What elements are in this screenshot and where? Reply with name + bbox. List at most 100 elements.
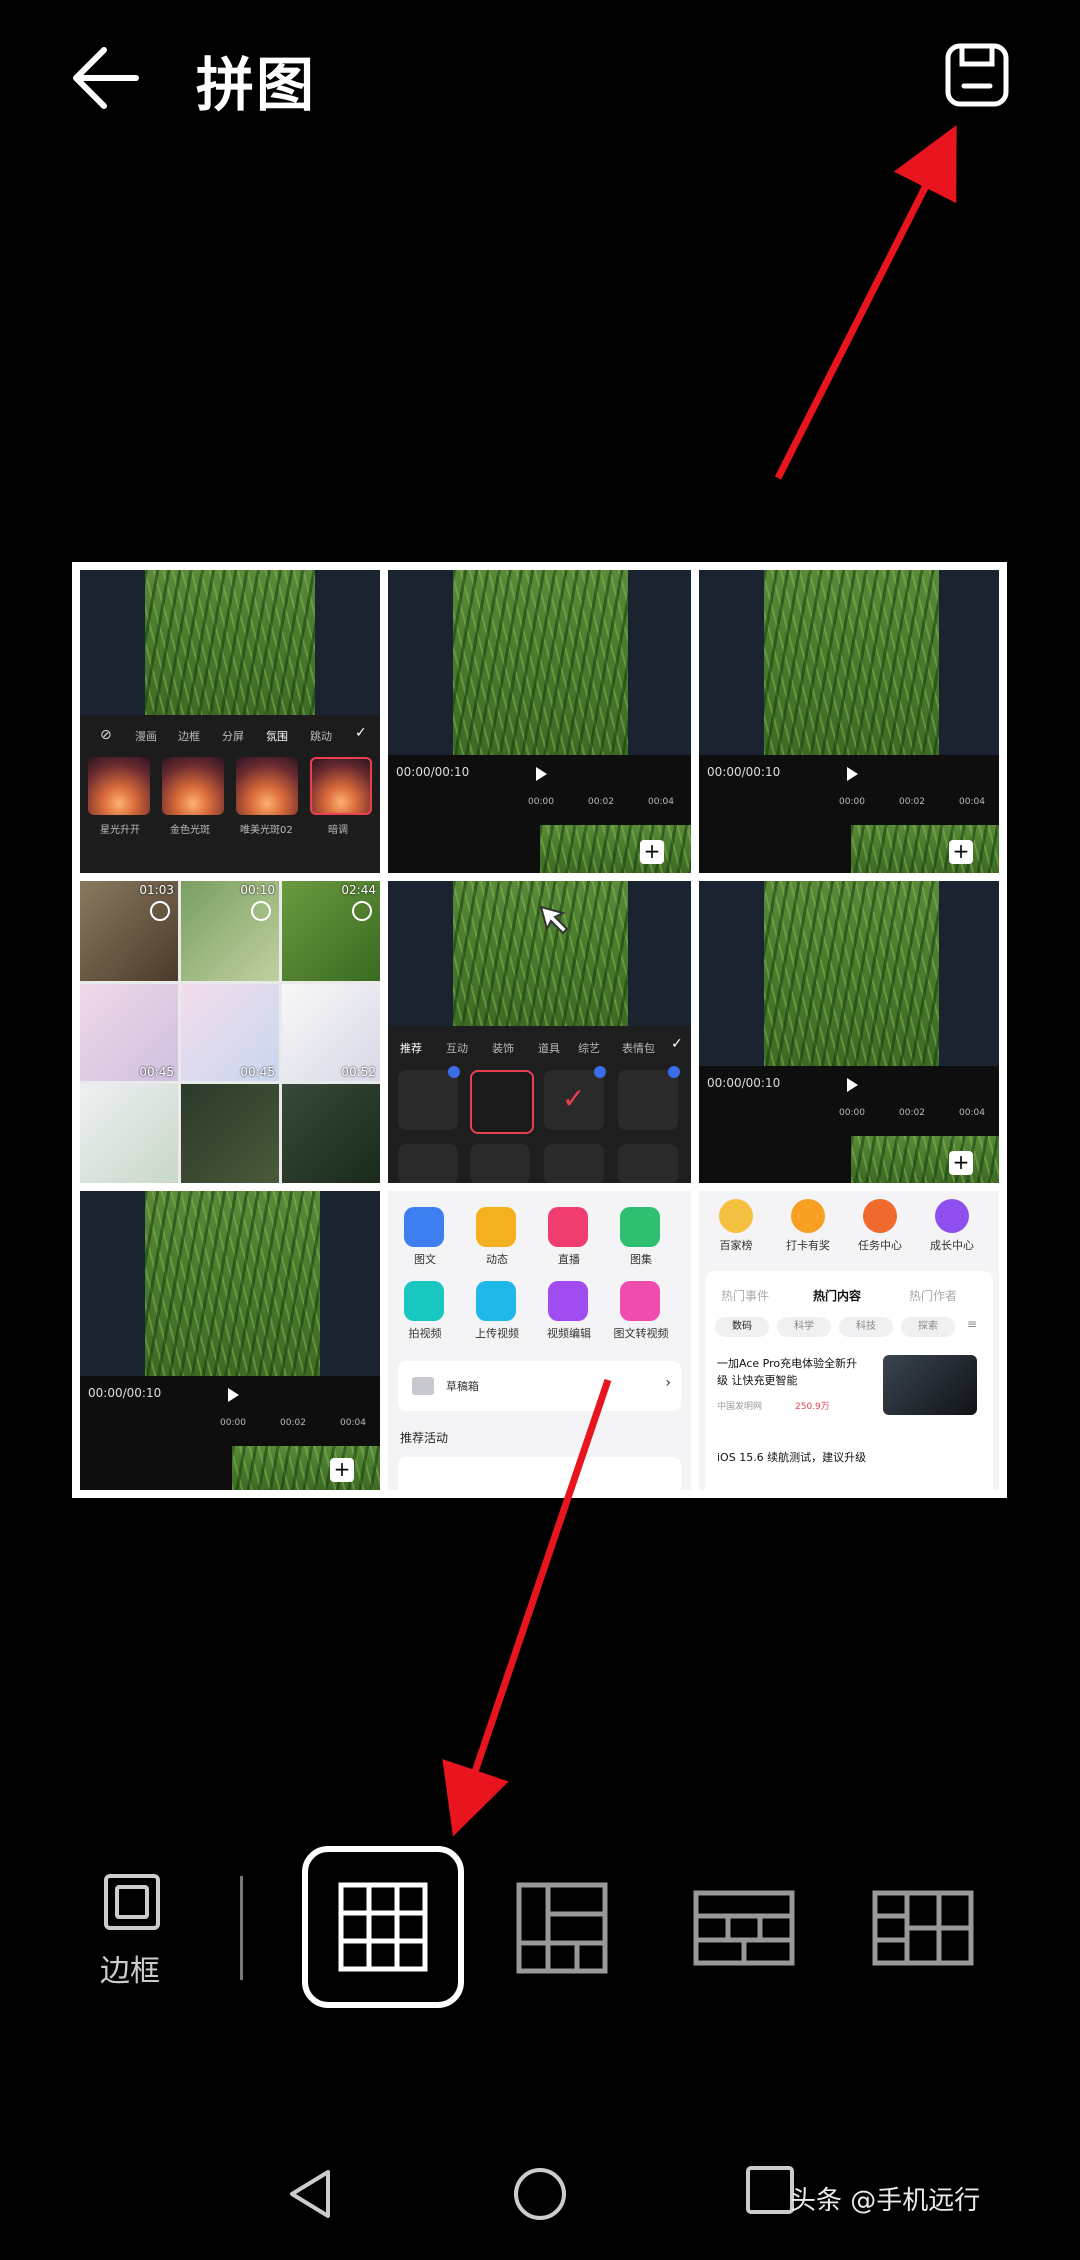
- collage-tile-2[interactable]: 00:00/00:10 00:00 00:02 00:04 +: [388, 570, 691, 873]
- effect-thumb[interactable]: [88, 757, 150, 815]
- tab-label[interactable]: 道具: [538, 1040, 560, 1056]
- tab-label[interactable]: 边框: [178, 728, 200, 744]
- icon-label: 成长中心: [930, 1239, 974, 1252]
- select-circle[interactable]: [251, 901, 271, 921]
- view-count: 250.9万: [795, 1402, 830, 1412]
- tab-label[interactable]: 推荐: [400, 1040, 422, 1056]
- effect-thumb[interactable]: [236, 757, 298, 815]
- select-circle[interactable]: [150, 901, 170, 921]
- play-icon[interactable]: [536, 767, 547, 781]
- menu-icon[interactable]: ≡: [967, 1317, 977, 1331]
- gift-icon[interactable]: [791, 1199, 825, 1233]
- layout-option-2[interactable]: [516, 1882, 608, 1974]
- chevron-right-icon: ›: [665, 1375, 671, 1391]
- live-app-icon[interactable]: [548, 1207, 588, 1247]
- add-clip-button[interactable]: +: [949, 1151, 973, 1175]
- back-button[interactable]: [68, 38, 148, 118]
- add-clip-button[interactable]: +: [330, 1458, 354, 1482]
- tab-label[interactable]: 装饰: [492, 1040, 514, 1056]
- tick-label: 00:02: [280, 1418, 306, 1428]
- toolbar-divider: [240, 1876, 243, 1980]
- ranking-icon[interactable]: [719, 1199, 753, 1233]
- collage-tile-8[interactable]: 图文 动态 直播 图集 拍视频 上传视频 视频编辑 图文转视频 草稿箱 › 推荐…: [388, 1191, 691, 1490]
- effect-thumb[interactable]: [310, 757, 372, 815]
- folder-icon: [412, 1377, 434, 1395]
- sticker-item[interactable]: [398, 1066, 460, 1130]
- collage-preview[interactable]: ⊘ 漫画 边框 分屏 氛围 跳动 ✓ 星光升开 金色光斑 唯美光斑02 暗调 0…: [72, 562, 1007, 1498]
- drafts-row[interactable]: 草稿箱 ›: [398, 1361, 681, 1411]
- convert-app-icon[interactable]: [620, 1281, 660, 1321]
- sticker-item[interactable]: [544, 1144, 604, 1183]
- tick-label: 00:00: [220, 1418, 246, 1428]
- duration-label: 02:44: [341, 883, 376, 897]
- chip[interactable]: 探索: [901, 1317, 955, 1337]
- tab-label[interactable]: 热门内容: [813, 1287, 861, 1304]
- edit-app-icon[interactable]: [548, 1281, 588, 1321]
- tick-label: 00:04: [648, 797, 674, 807]
- tab-label[interactable]: 互动: [446, 1040, 468, 1056]
- sticker-item[interactable]: [470, 1144, 530, 1183]
- chip[interactable]: 科技: [839, 1317, 893, 1337]
- sticker-item[interactable]: [618, 1144, 678, 1183]
- section-title: 推荐活动: [400, 1431, 449, 1445]
- save-button[interactable]: [942, 40, 1012, 110]
- tab-label[interactable]: 热门事件: [721, 1287, 769, 1304]
- app-label: 直播: [558, 1253, 580, 1266]
- nav-recents-button[interactable]: [744, 2164, 796, 2220]
- arrow-to-save: [774, 125, 957, 480]
- time-readout: 00:00/00:10: [707, 765, 781, 779]
- growth-icon[interactable]: [935, 1199, 969, 1233]
- layout-option-selected[interactable]: [302, 1846, 464, 2008]
- sticker-item[interactable]: [398, 1144, 458, 1183]
- duration-label: 00:52: [341, 1065, 376, 1079]
- tab-label[interactable]: 氛围: [266, 728, 288, 744]
- icon-label: 打卡有奖: [786, 1239, 830, 1252]
- watermark: 头条 @手机远行: [790, 2186, 981, 2216]
- collage-tile-7[interactable]: 00:00/00:10 00:00 00:02 00:04 +: [80, 1191, 380, 1490]
- tab-label[interactable]: 热门作者: [909, 1287, 957, 1304]
- check-icon[interactable]: ✓: [355, 725, 367, 741]
- sticker-item[interactable]: [618, 1066, 680, 1130]
- task-icon[interactable]: [863, 1199, 897, 1233]
- doc-app-icon[interactable]: [404, 1207, 444, 1247]
- layout-option-3[interactable]: [693, 1890, 795, 1966]
- add-clip-button[interactable]: +: [640, 840, 664, 864]
- collage-tile-9[interactable]: 百家榜 打卡有奖 任务中心 成长中心 热门事件 热门内容 热门作者 数码 科学 …: [699, 1191, 999, 1490]
- upload-app-icon[interactable]: [476, 1281, 516, 1321]
- tab-label[interactable]: 表情包: [622, 1040, 655, 1056]
- page-title: 拼图: [196, 51, 317, 119]
- sticker-item[interactable]: ✓: [544, 1066, 606, 1130]
- icon-label: 任务中心: [858, 1239, 902, 1252]
- tab-label[interactable]: 分屏: [222, 728, 244, 744]
- camera-app-icon[interactable]: [404, 1281, 444, 1321]
- tab-label[interactable]: 漫画: [135, 728, 157, 744]
- add-clip-button[interactable]: +: [949, 840, 973, 864]
- news-thumbnail[interactable]: [883, 1355, 977, 1415]
- play-icon[interactable]: [847, 1078, 858, 1092]
- collage-tile-4[interactable]: 01:03 00:10 02:44 00:45 00:45 00:52: [80, 881, 380, 1183]
- effect-thumb[interactable]: [162, 757, 224, 815]
- nav-home-button[interactable]: [512, 2166, 568, 2226]
- tab-label[interactable]: 跳动: [310, 728, 332, 744]
- headline[interactable]: iOS 15.6 续航测试，建议升级: [717, 1449, 866, 1465]
- layout-option-4[interactable]: [872, 1890, 974, 1966]
- play-icon[interactable]: [847, 767, 858, 781]
- collage-tile-5[interactable]: 推荐 互动 装饰 道具 综艺 表情包 ✓ ✓: [388, 881, 691, 1183]
- chat-app-icon[interactable]: [476, 1207, 516, 1247]
- nav-back-button[interactable]: [282, 2166, 338, 2226]
- app-label: 动态: [486, 1253, 508, 1266]
- select-circle[interactable]: [352, 901, 372, 921]
- effect-label: 暗调: [328, 825, 348, 836]
- check-icon[interactable]: ✓: [671, 1036, 683, 1052]
- collage-tile-3[interactable]: 00:00/00:10 00:00 00:02 00:04 +: [699, 570, 999, 873]
- collage-tile-6[interactable]: 00:00/00:10 00:00 00:02 00:04 +: [699, 881, 999, 1183]
- play-icon[interactable]: [228, 1388, 239, 1402]
- tick-label: 00:02: [588, 797, 614, 807]
- sticker-item-selected[interactable]: [470, 1070, 534, 1134]
- chip[interactable]: 科学: [777, 1317, 831, 1337]
- collage-tile-1[interactable]: ⊘ 漫画 边框 分屏 氛围 跳动 ✓ 星光升开 金色光斑 唯美光斑02 暗调: [80, 570, 380, 873]
- image-app-icon[interactable]: [620, 1207, 660, 1247]
- tab-label[interactable]: 综艺: [578, 1040, 600, 1056]
- chip[interactable]: 数码: [715, 1317, 769, 1337]
- headline[interactable]: 一加Ace Pro充电体验全新升级 让快充更智能: [717, 1355, 867, 1389]
